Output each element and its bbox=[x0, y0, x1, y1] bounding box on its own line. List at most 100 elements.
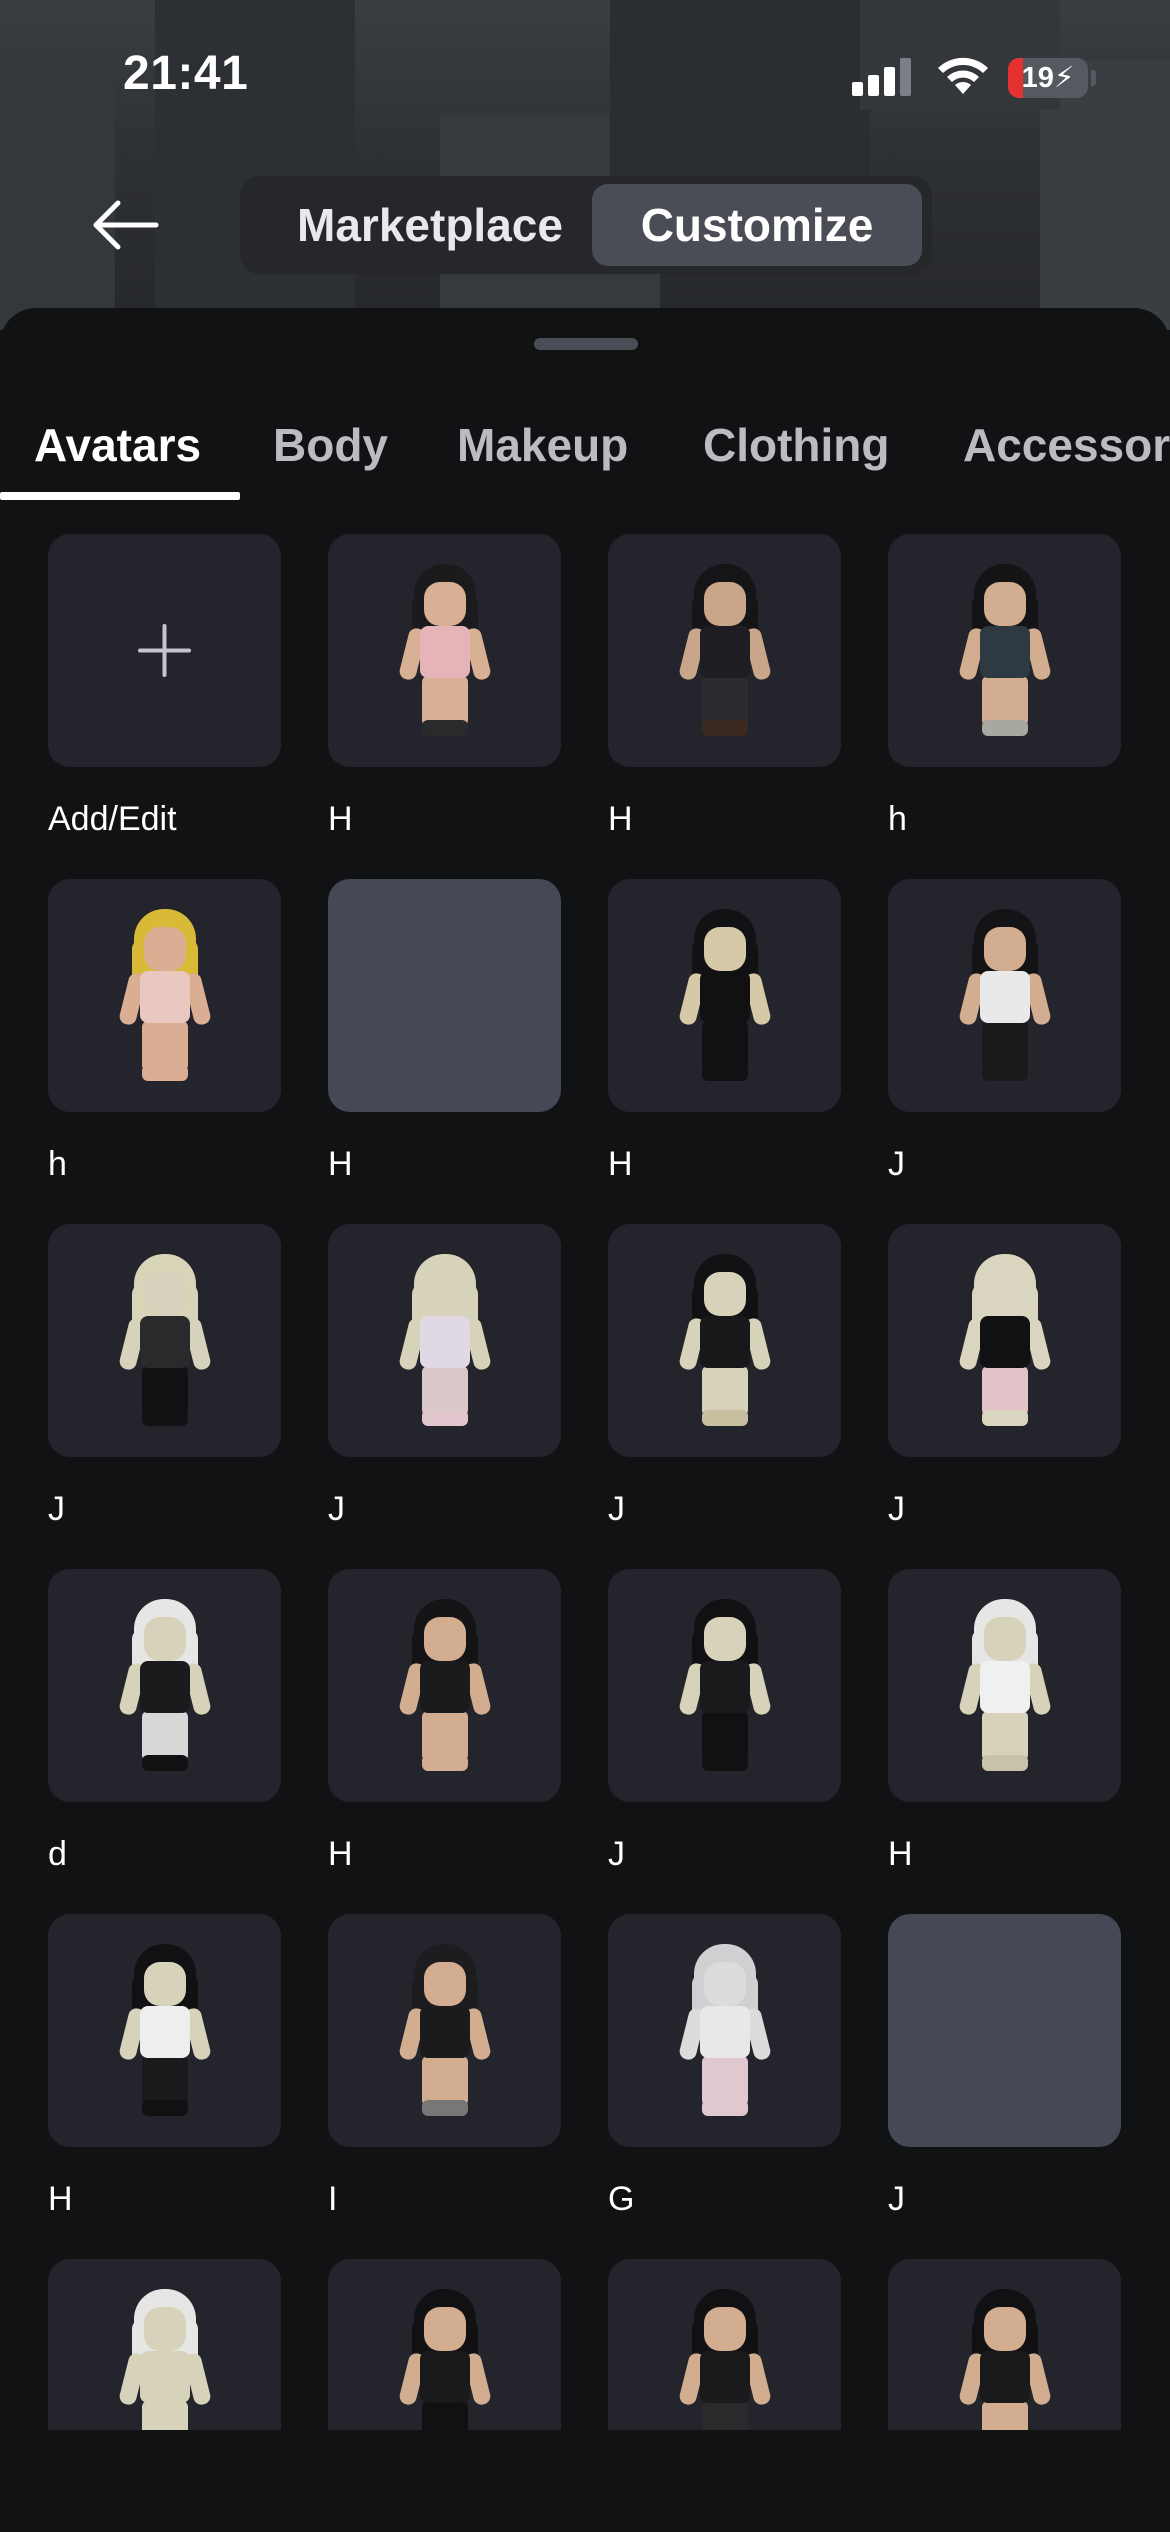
avatar-preview bbox=[674, 1944, 774, 2124]
avatar-name: J bbox=[888, 1145, 905, 1183]
avatar-thumbnail[interactable] bbox=[608, 1224, 841, 1457]
avatar-card[interactable]: J bbox=[608, 1224, 841, 1531]
battery-charging-icon: 19⚡ bbox=[1008, 58, 1088, 98]
avatar-thumbnail[interactable] bbox=[328, 534, 561, 767]
tab-accessories[interactable]: Accessor bbox=[963, 418, 1170, 472]
avatar-preview bbox=[394, 564, 494, 744]
arrow-left-icon bbox=[93, 200, 159, 250]
avatar-name: I bbox=[328, 2180, 338, 2218]
status-time: 21:41 bbox=[123, 47, 249, 100]
avatar-thumbnail[interactable] bbox=[328, 2259, 561, 2430]
segmented-control: Marketplace Customize bbox=[240, 176, 932, 274]
avatar-preview bbox=[674, 2289, 774, 2430]
avatar-preview bbox=[114, 2289, 214, 2430]
avatar-preview bbox=[674, 564, 774, 744]
avatar-name: h bbox=[888, 800, 907, 838]
avatar-preview bbox=[394, 2289, 494, 2430]
avatar-thumbnail[interactable] bbox=[888, 534, 1121, 767]
avatar-card[interactable] bbox=[328, 2259, 561, 2430]
avatar-thumbnail[interactable] bbox=[48, 879, 281, 1112]
avatar-card[interactable]: H bbox=[48, 1914, 281, 2221]
avatar-thumbnail[interactable] bbox=[608, 1569, 841, 1802]
avatar-card[interactable]: J bbox=[48, 1224, 281, 1531]
avatar-preview bbox=[114, 909, 214, 1089]
avatar-thumbnail[interactable] bbox=[328, 879, 561, 1112]
avatar-card[interactable] bbox=[888, 2259, 1121, 2430]
avatar-preview bbox=[394, 1944, 494, 2124]
avatar-preview bbox=[394, 1599, 494, 1779]
back-button[interactable] bbox=[90, 195, 160, 255]
segment-customize[interactable]: Customize bbox=[592, 184, 922, 266]
avatar-thumbnail[interactable] bbox=[328, 1914, 561, 2147]
avatar-thumbnail[interactable] bbox=[608, 879, 841, 1112]
avatar-preview bbox=[954, 564, 1054, 744]
avatar-name: H bbox=[608, 800, 633, 838]
avatar-name: J bbox=[328, 1490, 345, 1528]
avatar-card[interactable]: H bbox=[888, 1569, 1121, 1876]
avatar-thumbnail[interactable] bbox=[48, 1224, 281, 1457]
avatar-card[interactable]: J bbox=[328, 1224, 561, 1531]
avatar-preview bbox=[674, 1599, 774, 1779]
avatar-card[interactable]: h bbox=[48, 879, 281, 1186]
segment-marketplace[interactable]: Marketplace bbox=[260, 184, 600, 266]
avatar-thumbnail[interactable] bbox=[48, 2259, 281, 2430]
avatar-name: J bbox=[48, 1490, 65, 1528]
avatar-preview bbox=[114, 1254, 214, 1434]
sheet-drag-handle[interactable] bbox=[534, 338, 638, 350]
battery-tip bbox=[1091, 70, 1096, 86]
tab-body[interactable]: Body bbox=[273, 418, 388, 472]
avatar-card[interactable]: J bbox=[888, 1914, 1121, 2221]
avatar-card[interactable]: J bbox=[608, 1569, 841, 1876]
add-edit-avatar-card[interactable]: Add/Edit bbox=[48, 534, 281, 841]
avatar-preview bbox=[674, 1254, 774, 1434]
add-edit-thumbnail[interactable] bbox=[48, 534, 281, 767]
avatar-name: H bbox=[328, 1835, 353, 1873]
avatar-name: H bbox=[48, 2180, 73, 2218]
avatar-thumbnail[interactable] bbox=[48, 1914, 281, 2147]
wifi-icon bbox=[938, 57, 988, 94]
active-tab-indicator bbox=[0, 492, 240, 500]
avatar-thumbnail[interactable] bbox=[328, 1569, 561, 1802]
avatar-name: J bbox=[888, 1490, 905, 1528]
avatar-thumbnail[interactable] bbox=[328, 1224, 561, 1457]
avatar-thumbnail[interactable] bbox=[888, 1914, 1121, 2147]
avatar-thumbnail[interactable] bbox=[48, 1569, 281, 1802]
avatar-thumbnail[interactable] bbox=[608, 1914, 841, 2147]
avatar-card[interactable]: J bbox=[888, 1224, 1121, 1531]
avatar-preview bbox=[954, 1599, 1054, 1779]
avatar-thumbnail[interactable] bbox=[608, 534, 841, 767]
avatar-thumbnail[interactable] bbox=[888, 1569, 1121, 1802]
avatar-card[interactable]: H bbox=[328, 879, 561, 1186]
avatar-card[interactable]: d bbox=[48, 1569, 281, 1876]
avatar-thumbnail[interactable] bbox=[888, 2259, 1121, 2430]
category-tabs: Avatars Body Makeup Clothing Accessor bbox=[0, 408, 1170, 498]
avatar-card[interactable]: H bbox=[328, 534, 561, 841]
add-edit-label: Add/Edit bbox=[48, 800, 177, 838]
tab-makeup[interactable]: Makeup bbox=[457, 418, 628, 472]
avatar-name: H bbox=[888, 1835, 913, 1873]
avatar-preview bbox=[954, 909, 1054, 1089]
avatar-card[interactable]: h bbox=[888, 534, 1121, 841]
avatar-thumbnail[interactable] bbox=[888, 1224, 1121, 1457]
avatar-thumbnail[interactable] bbox=[608, 2259, 841, 2430]
avatar-name: d bbox=[48, 1835, 67, 1873]
avatar-name: h bbox=[48, 1145, 67, 1183]
cellular-signal-icon bbox=[852, 58, 914, 96]
avatar-preview bbox=[674, 909, 774, 1089]
avatar-name: G bbox=[608, 2180, 635, 2218]
avatar-name: H bbox=[608, 1145, 633, 1183]
avatar-card[interactable]: I bbox=[328, 1914, 561, 2221]
avatar-thumbnail[interactable] bbox=[888, 879, 1121, 1112]
avatar-card[interactable]: J bbox=[888, 879, 1121, 1186]
battery-level: 19 bbox=[1021, 62, 1054, 94]
avatar-card[interactable] bbox=[608, 2259, 841, 2430]
tab-avatars[interactable]: Avatars bbox=[34, 418, 201, 472]
avatar-card[interactable]: H bbox=[608, 879, 841, 1186]
avatar-card[interactable] bbox=[48, 2259, 281, 2430]
avatar-card[interactable]: H bbox=[608, 534, 841, 841]
avatar-name: H bbox=[328, 800, 353, 838]
avatar-card[interactable]: H bbox=[328, 1569, 561, 1876]
avatar-card[interactable]: G bbox=[608, 1914, 841, 2221]
avatar-preview bbox=[114, 1944, 214, 2124]
tab-clothing[interactable]: Clothing bbox=[703, 418, 890, 472]
